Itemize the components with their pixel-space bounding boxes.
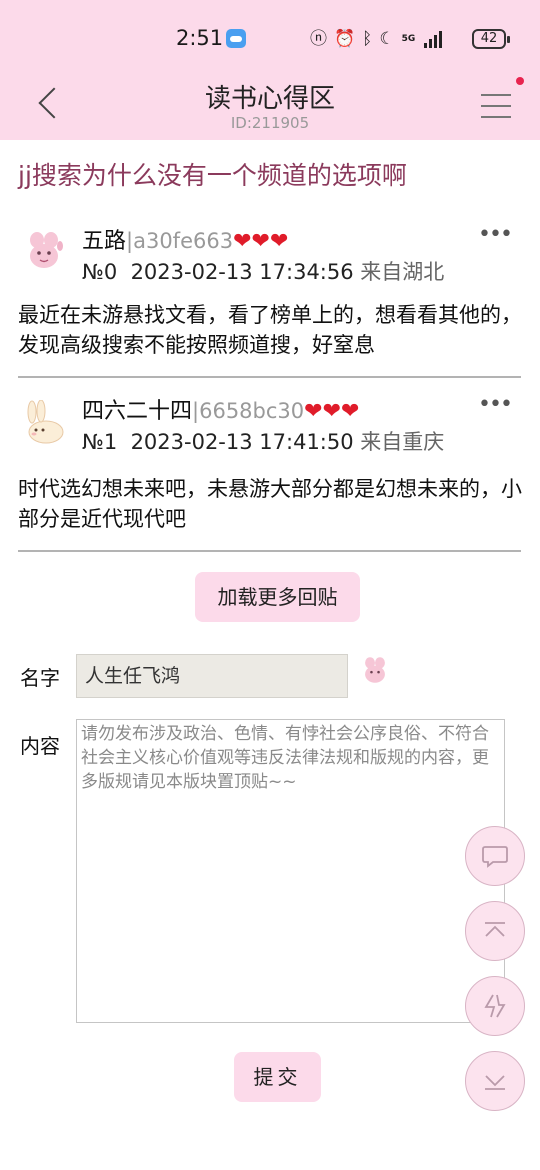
page-title: 读书心得区 — [204, 84, 335, 114]
bluetooth-icon: ᛒ — [362, 28, 373, 49]
author-name: 四六二十四 — [82, 399, 193, 424]
post-author: 四六二十四|6658bc30❤❤❤ — [82, 393, 359, 425]
arrow-up-to-top-icon[interactable] — [465, 901, 525, 961]
post-meta: №1 2023-02-13 17:41:50 来自重庆 — [82, 426, 444, 456]
load-more-button[interactable]: 加载更多回贴 — [195, 572, 360, 622]
app-header: 2:51 ⓝ ⏰ ᛒ ☾ 5G 42 读书心得区 ID:211905 — [0, 0, 540, 140]
post-location: 来自重庆 — [360, 430, 445, 454]
post-content: 最近在未游悬找文看，看了榜单上的，想看看其他的，发现高级搜索不能按照频道搜，好窒… — [18, 303, 522, 357]
comment-bubble-icon[interactable] — [465, 826, 525, 886]
avatar[interactable] — [20, 226, 68, 274]
network-type-label: 5G — [401, 33, 416, 44]
heart-rating-icon: ❤❤❤ — [233, 229, 289, 254]
post-item: 五路|a30fe663❤❤❤ ••• №0 2023-02-13 17:34:5… — [18, 220, 522, 360]
avatar[interactable] — [20, 400, 68, 448]
post-author: 五路|a30fe663❤❤❤ — [82, 223, 288, 255]
hamburger-menu-icon[interactable] — [478, 92, 512, 122]
more-dots-icon[interactable]: ••• — [478, 222, 513, 247]
post-datetime: 2023-02-13 17:41:50 — [130, 430, 354, 454]
signal-icon — [424, 30, 443, 48]
heart-rating-icon: ❤❤❤ — [304, 399, 360, 424]
author-id: |a30fe663 — [126, 229, 234, 253]
content-label: 内容 — [20, 734, 60, 758]
arrow-down-to-bottom-icon[interactable] — [465, 1051, 525, 1111]
post-datetime: 2023-02-13 17:34:56 — [130, 260, 354, 284]
avatar[interactable] — [358, 652, 392, 688]
battery-icon: 42 — [472, 29, 510, 49]
content-textarea[interactable]: 请勿发布涉及政治、色情、有悖社会公序良俗、不符合社会主义核心价值观等违反法律法规… — [76, 719, 505, 1023]
refresh-swap-icon[interactable] — [465, 976, 525, 1036]
status-icons: ⓝ ⏰ ᛒ ☾ 5G — [310, 27, 443, 51]
post-content: 时代选幻想未来吧，未悬游大部分都是幻想未来的，小部分是近代现代吧 — [18, 477, 522, 531]
divider — [18, 376, 521, 378]
status-bar: 2:51 ⓝ ⏰ ᛒ ☾ 5G 42 — [0, 18, 540, 62]
topic-title: jj搜索为什么没有一个频道的选项啊 — [18, 161, 407, 190]
post-meta: №0 2023-02-13 17:34:56 来自湖北 — [82, 256, 444, 286]
name-field[interactable]: 人生任飞鸿 — [76, 654, 348, 698]
divider — [18, 550, 521, 552]
name-label: 名字 — [20, 666, 60, 690]
author-id: |6658bc30 — [192, 399, 305, 423]
author-name: 五路 — [82, 229, 127, 254]
board-id: ID:211905 — [230, 114, 310, 132]
weather-app-icon — [226, 29, 246, 48]
status-time: 2:51 — [176, 26, 224, 50]
alarm-icon: ⏰ — [334, 28, 356, 49]
post-location: 来自湖北 — [360, 260, 445, 284]
submit-button[interactable]: 提交 — [234, 1052, 321, 1102]
floor-number: №1 — [82, 430, 118, 454]
nfc-icon: ⓝ — [310, 28, 327, 49]
floor-number: №0 — [82, 260, 118, 284]
notification-dot — [516, 77, 524, 85]
post-item: 四六二十四|6658bc30❤❤❤ ••• №1 2023-02-13 17:4… — [18, 390, 522, 531]
do-not-disturb-icon: ☾ — [379, 28, 395, 49]
more-dots-icon[interactable]: ••• — [478, 392, 513, 417]
